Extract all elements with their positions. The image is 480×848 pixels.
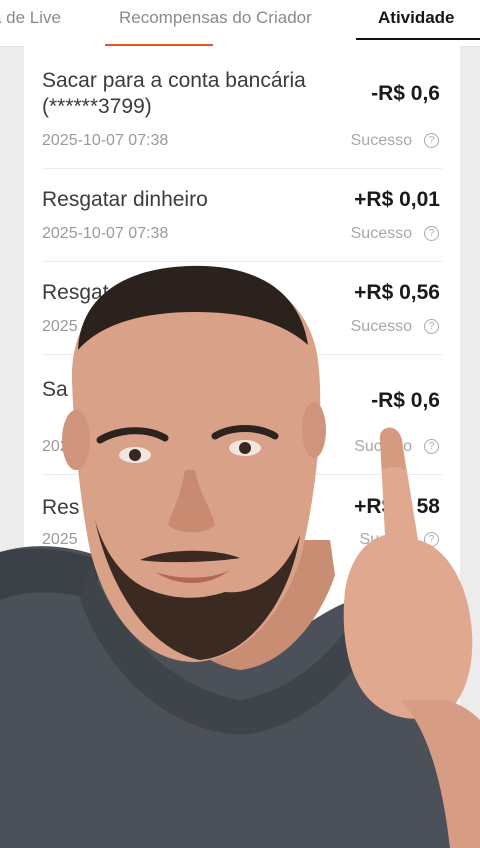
top-tab-bar: a de Live Recompensas do Criador Ativida… [0,0,480,47]
transaction-row[interactable]: Resgatar dinheiro +R$ 0,01 2025-10-07 07… [24,169,460,262]
question-circle-icon[interactable]: ? [424,532,439,547]
transaction-title: Res [42,496,80,519]
tab-activity[interactable]: Atividade [378,8,455,28]
question-circle-icon[interactable]: ? [424,439,439,454]
tab-underline [356,38,480,40]
transaction-status: Sucess [359,531,412,548]
transaction-row[interactable]: Sa a (** -R$ 0,6 202 Suce so ? [24,355,460,475]
transaction-amount: +R$ 0 58 [354,495,440,518]
transaction-date: 2025 [42,531,78,548]
transaction-status: Suce so [354,438,412,455]
transaction-status: Sucesso [350,225,412,242]
tab-live[interactable]: a de Live [0,8,61,28]
tab-creator-rewards[interactable]: Recompensas do Criador [119,8,312,28]
question-circle-icon[interactable]: ? [424,226,439,241]
transaction-amount: +R$ 0,01 [354,188,440,211]
transaction-date: 2025 [42,318,78,335]
transaction-row[interactable]: Resgata +R$ 0,56 2025 Sucesso ? [24,262,460,355]
transaction-date: 2025-10-07 07:38 [42,225,169,242]
transaction-amount: +R$ 0,56 [354,281,440,304]
transaction-status: Sucesso [350,132,412,149]
transaction-amount: -R$ 0,6 [371,82,440,105]
question-circle-icon[interactable]: ? [424,319,439,334]
transaction-title: Resgata [42,281,121,304]
transaction-date: 202 [42,438,69,455]
transaction-list: Sacar para a conta bancária (******3799)… [24,46,460,848]
transaction-status: Sucesso [350,318,412,335]
transaction-title: Sacar para a conta bancária (******3799) [42,69,306,118]
transaction-amount: -R$ 0,6 [371,389,440,412]
transaction-row[interactable]: Res +R$ 0 58 2025 Sucess ? [24,475,460,575]
transaction-title: Resgatar dinheiro [42,188,208,211]
transaction-row[interactable]: Sacar para a conta bancária (******3799)… [24,46,460,169]
transaction-date: 2025-10-07 07:38 [42,132,169,149]
transaction-title: Sa a (** [42,378,296,401]
question-circle-icon[interactable]: ? [424,133,439,148]
